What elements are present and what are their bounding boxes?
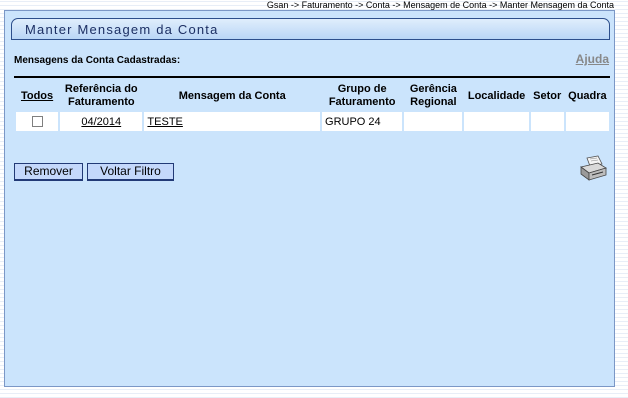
header-quadra: Quadra (568, 89, 607, 102)
cell-setor (530, 112, 564, 131)
remover-button[interactable]: Remover (14, 163, 83, 181)
row-checkbox-cell (16, 112, 59, 131)
header-grupo: Grupo de Faturamento (328, 83, 396, 108)
header-localidade: Localidade (467, 89, 526, 102)
cell-mensagem: TESTE (144, 112, 321, 131)
header-todos[interactable]: Todos (16, 82, 58, 110)
header-referencia: Referência do Faturamento (64, 83, 138, 108)
header-gerencia: Gerência Regional (409, 83, 457, 108)
table-row: 04/2014 TESTE GRUPO 24 (16, 112, 609, 131)
help-link[interactable]: Ajuda (576, 52, 609, 66)
messages-table: Todos Referência do Faturamento Mensagem … (14, 80, 611, 133)
title-bar: Manter Mensagem da Conta (11, 18, 610, 40)
section-label: Mensagens da Conta Cadastradas: (14, 55, 181, 66)
cell-localidade (464, 112, 529, 131)
printer-icon[interactable] (578, 155, 608, 183)
header-mensagem: Mensagem da Conta (178, 89, 286, 102)
row-checkbox[interactable] (31, 116, 43, 128)
table-header-row: Todos Referência do Faturamento Mensagem … (16, 82, 609, 110)
voltar-filtro-button[interactable]: Voltar Filtro (87, 163, 174, 181)
header-setor: Setor (533, 89, 562, 102)
divider (14, 76, 610, 78)
cell-gerencia (404, 112, 463, 131)
referencia-link[interactable]: 04/2014 (81, 116, 121, 128)
cell-referencia: 04/2014 (60, 112, 143, 131)
cell-quadra (565, 112, 609, 131)
mensagem-link[interactable]: TESTE (147, 116, 182, 128)
cell-grupo: GRUPO 24 (322, 112, 403, 131)
main-panel: Manter Mensagem da Conta Mensagens da Co… (4, 10, 615, 387)
page-title: Manter Mensagem da Conta (25, 22, 219, 37)
